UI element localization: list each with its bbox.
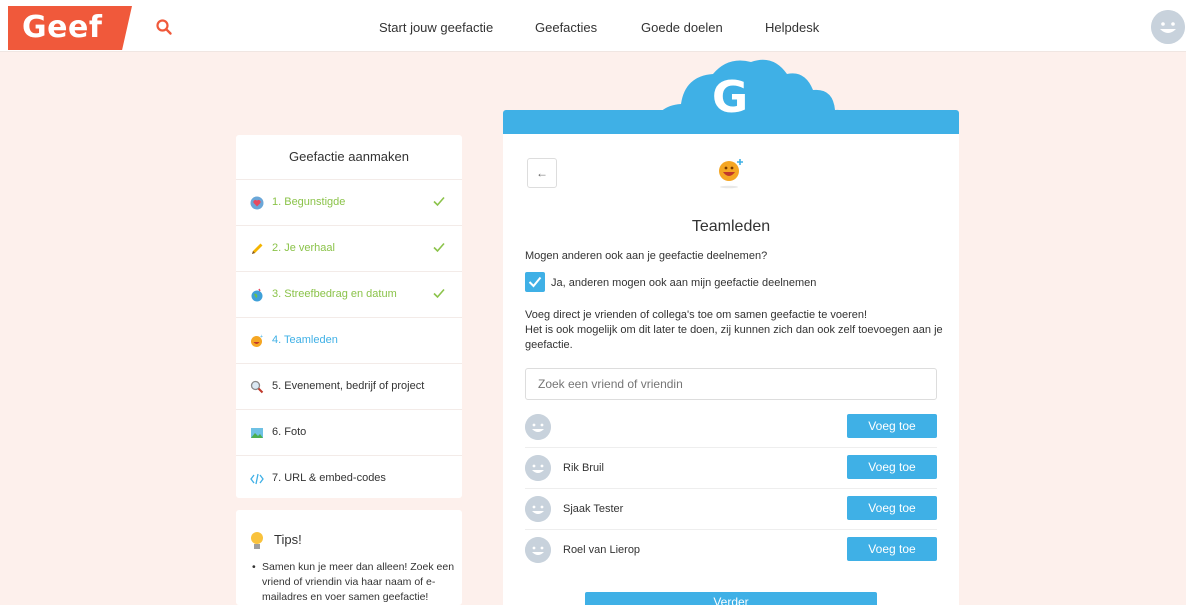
tips-text: Samen kun je meer dan alleen! Zoek een v…: [252, 560, 456, 605]
friend-name: Rik Bruil: [563, 462, 604, 474]
smiley-icon: +: [251, 334, 263, 347]
avatar: [525, 496, 551, 522]
smiley-plus-icon: [719, 159, 743, 189]
step-teamleden[interactable]: + 4. Teamleden: [236, 317, 462, 363]
friend-row: Roel van Lierop Voeg toe: [525, 531, 937, 571]
search-icon[interactable]: [155, 18, 173, 36]
pencil-icon: [252, 243, 263, 254]
tips-bullet: Samen kun je meer dan alleen! Zoek een v…: [262, 561, 455, 603]
step-label: 7. URL & embed-codes: [272, 472, 386, 484]
geef-badge: G: [711, 72, 749, 123]
friend-row: Rik Bruil Voeg toe: [525, 449, 937, 489]
info-line-1: Voeg direct je vrienden of collega's toe…: [525, 309, 868, 321]
user-avatar[interactable]: [1151, 10, 1185, 44]
step-url-embed-codes[interactable]: 7. URL & embed-codes: [236, 455, 462, 501]
card-title: Teamleden: [691, 218, 771, 235]
image-icon: [251, 428, 263, 438]
checkbox-label[interactable]: Ja, anderen mogen ook aan mijn geefactie…: [551, 277, 816, 289]
avatar: [525, 455, 551, 481]
step-label: 1. Begunstigde: [272, 196, 346, 208]
teamleden-card: ← Teamleden Mogen anderen ook aan je gee…: [503, 134, 959, 605]
allow-participants-checkbox[interactable]: [525, 272, 545, 292]
step-foto[interactable]: 6. Foto: [236, 409, 462, 455]
heart-icon: [250, 196, 264, 210]
add-friend-button[interactable]: Voeg toe: [847, 414, 937, 438]
geef-logo[interactable]: Geef: [8, 6, 132, 50]
code-icon: [250, 473, 264, 485]
friend-row: Voeg toe: [525, 408, 937, 448]
info-line-2: Het is ook mogelijk om dit later te doen…: [525, 324, 943, 351]
step-evenement-bedrijf-project[interactable]: 5. Evenement, bedrijf of project: [236, 363, 462, 409]
step-streefbedrag-en-datum[interactable]: 3. Streefbedrag en datum: [236, 271, 462, 317]
check-icon: [433, 196, 445, 207]
avatar: [525, 414, 551, 440]
globe-icon: [251, 288, 263, 302]
steps-sidebar: Geefactie aanmaken 1. Begunstigde 2. Je …: [236, 135, 462, 498]
step-je-verhaal[interactable]: 2. Je verhaal: [236, 225, 462, 271]
magnifier-icon: [250, 380, 264, 394]
step-label: 2. Je verhaal: [272, 242, 335, 254]
avatar: [525, 537, 551, 563]
add-friend-button[interactable]: Voeg toe: [847, 496, 937, 520]
nav-start-geefactie[interactable]: Start jouw geefactie: [379, 20, 493, 35]
check-icon: [433, 242, 445, 253]
step-label: 6. Foto: [272, 426, 307, 438]
step-label: 4. Teamleden: [272, 334, 338, 346]
lightbulb-icon: [251, 532, 263, 549]
friend-search-input[interactable]: [525, 368, 937, 400]
logo-text: Geef: [22, 10, 103, 45]
step-label: 5. Evenement, bedrijf of project: [272, 380, 425, 392]
next-button[interactable]: Verder: [585, 592, 877, 605]
friend-name: Roel van Lierop: [563, 544, 641, 556]
checkmark-icon: [528, 276, 542, 288]
nav-geefacties[interactable]: Geefacties: [535, 20, 597, 35]
svg-text:+: +: [260, 334, 263, 340]
friend-row: Sjaak Tester Voeg toe: [525, 490, 937, 530]
tips-title: Tips!: [274, 532, 302, 547]
nav-helpdesk[interactable]: Helpdesk: [765, 20, 819, 35]
check-icon: [433, 288, 445, 299]
step-label: 3. Streefbedrag en datum: [272, 288, 397, 300]
top-navigation-bar: Geef Start jouw geefactie Geefacties Goe…: [0, 0, 1186, 52]
back-button[interactable]: ←: [527, 158, 557, 188]
nav-goede-doelen[interactable]: Goede doelen: [641, 20, 723, 35]
question-text: Mogen anderen ook aan je geefactie deeln…: [525, 250, 768, 262]
add-friend-button[interactable]: Voeg toe: [847, 537, 937, 561]
sidebar-title: Geefactie aanmaken: [289, 149, 409, 164]
friend-name: Sjaak Tester: [563, 503, 624, 515]
add-friend-button[interactable]: Voeg toe: [847, 455, 937, 479]
tips-panel: Tips! Samen kun je meer dan alleen! Zoek…: [236, 510, 462, 605]
step-begunstigde[interactable]: 1. Begunstigde: [236, 179, 462, 225]
info-text: Voeg direct je vrienden of collega's toe…: [525, 308, 945, 353]
